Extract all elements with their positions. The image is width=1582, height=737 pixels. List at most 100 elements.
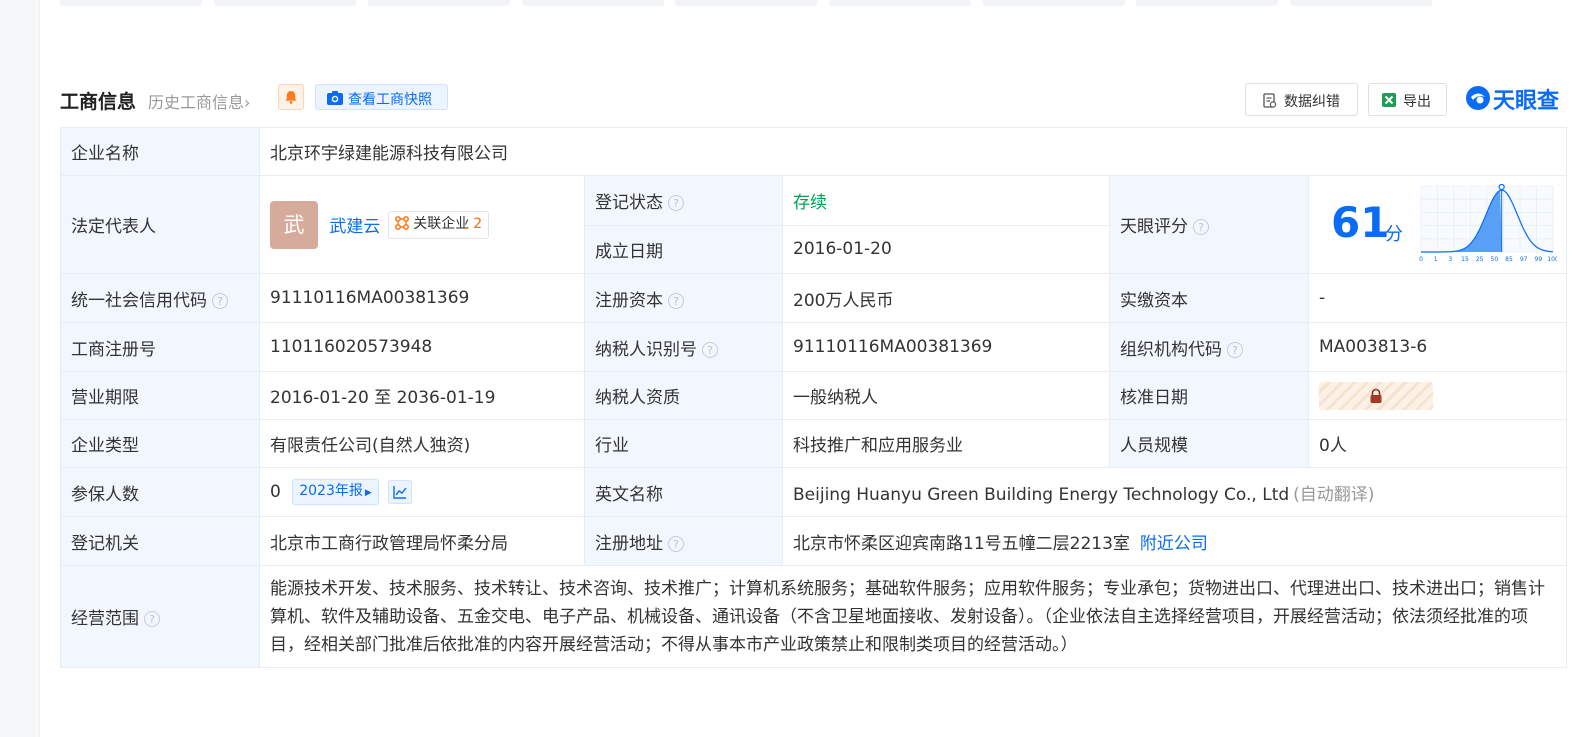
score-widget: 61 分 0 1 3 15 25 50 85 97 99 100 xyxy=(1309,176,1567,273)
trend-chart-button[interactable] xyxy=(388,480,413,504)
brand-name: 天眼查 xyxy=(1493,89,1560,114)
approval-date-value xyxy=(1307,371,1568,420)
status-badge: 存续 xyxy=(793,192,827,213)
credit-code-label-text: 统一社会信用代码 xyxy=(71,290,207,311)
taxpayer-id-label: 纳税人识别号? xyxy=(584,322,783,372)
tianyan-score-label-text: 天眼评分 xyxy=(1120,217,1188,237)
reg-capital-value: 200万人民币 xyxy=(782,273,1110,323)
auto-translate-note: (自动翻译) xyxy=(1293,484,1375,505)
help-icon[interactable]: ? xyxy=(1227,341,1243,358)
x-tick-label: 0 xyxy=(1419,256,1423,263)
data-correction-button[interactable]: 数据纠错 xyxy=(1245,83,1358,116)
founded-date-label: 成立日期 xyxy=(584,224,783,274)
history-link-label: 历史工商信息 xyxy=(148,93,245,112)
legal-rep-name-link[interactable]: 武建云 xyxy=(329,217,380,237)
reg-number-value: 110116020573948 xyxy=(259,322,585,372)
score-unit: 分 xyxy=(1385,224,1403,245)
reg-address-label: 注册地址? xyxy=(584,516,783,566)
score-value: 61 xyxy=(1331,198,1390,247)
locked-value-button[interactable] xyxy=(1319,381,1433,410)
approval-date-label: 核准日期 xyxy=(1109,371,1309,420)
tab-stub[interactable] xyxy=(1290,0,1432,6)
table-row: 经营范围? 能源技术开发、技术服务、技术转让、技术咨询、技术推广；计算机系统服务… xyxy=(60,565,1568,668)
company-type-label: 企业类型 xyxy=(60,419,260,468)
help-icon[interactable]: ? xyxy=(702,341,718,358)
reg-address-value: 北京市怀柔区迎宾南路11号五幢二层2213室 xyxy=(793,533,1130,554)
reg-address-cell: 北京市怀柔区迎宾南路11号五幢二层2213室 附近公司 xyxy=(781,516,1568,566)
snapshot-button[interactable]: 查看工商快照 xyxy=(315,84,448,110)
reg-authority-value: 北京市工商行政管理局怀柔分局 xyxy=(259,516,585,566)
table-row: 参保人数 0 2023年报 ▶ 英文名称 Beijing Huanyu Green… xyxy=(60,467,1568,517)
annual-report-button[interactable]: 2023年报 ▶ xyxy=(292,479,379,505)
help-icon[interactable]: ? xyxy=(668,292,684,309)
x-tick-label: 100 xyxy=(1547,256,1557,263)
help-icon[interactable]: ? xyxy=(212,292,228,309)
left-side-strip xyxy=(0,0,40,737)
english-name-cell: Beijing Huanyu Green Building Energy Tec… xyxy=(781,467,1568,517)
bell-icon xyxy=(285,91,297,104)
reg-status-value: 存续 xyxy=(782,175,1110,226)
nearby-companies-link[interactable]: 附近公司 xyxy=(1140,534,1208,554)
org-code-label-text: 组织机构代码 xyxy=(1120,339,1222,360)
help-icon[interactable]: ? xyxy=(668,194,684,211)
industry-label: 行业 xyxy=(584,419,783,468)
network-icon xyxy=(394,215,409,230)
help-icon[interactable]: ? xyxy=(668,535,684,552)
taxpayer-qualification-label: 纳税人资质 xyxy=(584,371,783,420)
tab-stub[interactable] xyxy=(829,0,971,6)
insured-count-value: 0 xyxy=(270,482,281,502)
org-code-value: MA003813-6 xyxy=(1307,322,1568,372)
related-companies-count: 2 xyxy=(473,215,483,232)
company-type-value: 有限责任公司(自然人独资) xyxy=(259,419,585,468)
paid-capital-label: 实缴资本 xyxy=(1109,273,1309,323)
bell-button[interactable] xyxy=(278,84,304,110)
caret-right-icon: ▶ xyxy=(364,488,372,498)
export-button[interactable]: 导出 xyxy=(1368,83,1447,116)
company-name-label: 企业名称 xyxy=(60,127,260,176)
avatar[interactable]: 武 xyxy=(270,200,318,249)
annual-report-label: 2023年报 xyxy=(299,483,363,499)
legal-rep-cell: 武 武建云 关联企业 2 xyxy=(259,175,585,274)
help-icon[interactable]: ? xyxy=(1193,219,1209,235)
english-name-label: 英文名称 xyxy=(584,467,783,517)
x-tick-label: 50 xyxy=(1491,256,1499,263)
tab-stub[interactable] xyxy=(60,0,202,6)
business-scope-label-text: 经营范围 xyxy=(71,609,139,629)
related-companies-button[interactable]: 关联企业 2 xyxy=(387,210,490,239)
section-header: 工商信息 历史工商信息› 查看工商快照 数据纠错 导出 天眼查 xyxy=(60,83,1566,116)
x-tick-label: 99 xyxy=(1535,256,1543,263)
taxpayer-id-label-text: 纳税人识别号 xyxy=(595,339,697,360)
tab-stub[interactable] xyxy=(368,0,510,6)
business-info-table: 企业名称 北京环宇绿建能源科技有限公司 法定代表人 武 武建云 关联企业 2 登记… xyxy=(60,127,1568,668)
tab-stub[interactable] xyxy=(1136,0,1278,6)
tab-stub[interactable] xyxy=(675,0,817,6)
x-tick-label: 85 xyxy=(1505,256,1513,263)
tab-stub[interactable] xyxy=(983,0,1125,6)
score-marker-dot xyxy=(1498,183,1505,191)
reg-authority-label: 登记机关 xyxy=(60,516,260,566)
credit-code-label: 统一社会信用代码? xyxy=(60,273,260,323)
business-scope-label: 经营范围? xyxy=(60,565,260,668)
founded-date-value: 2016-01-20 xyxy=(782,224,1110,274)
tab-stub[interactable] xyxy=(522,0,664,6)
taxpayer-id-value: 91110116MA00381369 xyxy=(782,322,1110,372)
table-row: 法定代表人 武 武建云 关联企业 2 登记状态? 存续 天眼评分? 61 分 0… xyxy=(60,175,1568,274)
score-cell[interactable]: 61 分 0 1 3 15 25 50 85 97 99 100 xyxy=(1307,175,1568,274)
lock-icon xyxy=(1370,388,1382,403)
table-row: 企业名称 北京环宇绿建能源科技有限公司 xyxy=(60,127,1568,176)
help-icon[interactable]: ? xyxy=(144,611,160,627)
table-row: 登记机关 北京市工商行政管理局怀柔分局 注册地址? 北京市怀柔区迎宾南路11号五… xyxy=(60,516,1568,566)
reg-capital-label-text: 注册资本 xyxy=(595,290,663,311)
x-tick-label: 97 xyxy=(1520,256,1528,263)
section-title: 工商信息 xyxy=(60,91,137,113)
table-row: 营业期限 2016-01-20 至 2036-01-19 纳税人资质 一般纳税人… xyxy=(60,371,1568,420)
taxpayer-qualification-value: 一般纳税人 xyxy=(782,371,1110,420)
history-link[interactable]: 历史工商信息› xyxy=(148,89,250,113)
x-tick-label: 3 xyxy=(1448,256,1452,263)
reg-capital-label: 注册资本? xyxy=(584,273,783,323)
insured-count-cell: 0 2023年报 ▶ xyxy=(259,467,585,517)
staff-size-label: 人员规模 xyxy=(1109,419,1309,468)
x-tick-label: 25 xyxy=(1476,256,1484,263)
business-term-value: 2016-01-20 至 2036-01-19 xyxy=(259,371,585,420)
tab-stub[interactable] xyxy=(214,0,356,6)
